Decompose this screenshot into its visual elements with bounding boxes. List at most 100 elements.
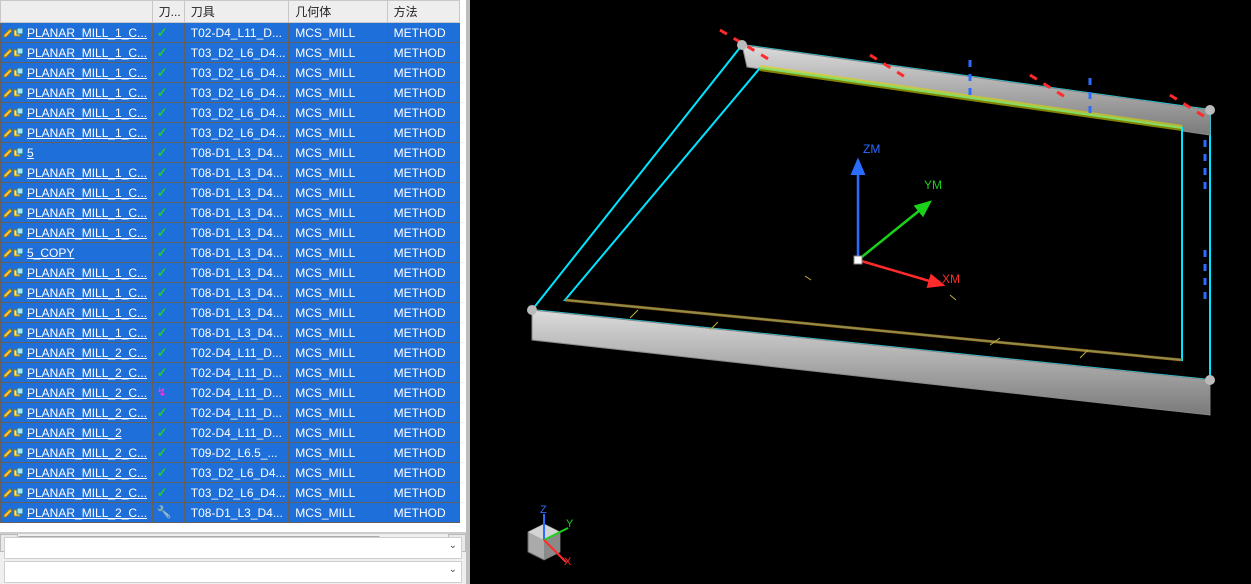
status-check-icon: ✓ <box>157 83 168 102</box>
col-tool[interactable]: 刀具 <box>184 1 288 23</box>
table-row[interactable]: PLANAR_MILL_1_C...✓T08-D1_L3_D4...MCS_MI… <box>1 223 460 243</box>
method-cell: METHOD <box>388 483 459 502</box>
wcs-triad[interactable]: ZM YM XM <box>838 130 958 290</box>
table-row[interactable]: PLANAR_MILL_1_C...✓T03_D2_L6_D4...MCS_MI… <box>1 63 460 83</box>
status-check-icon: ✓ <box>157 143 168 162</box>
status-check-icon: ✓ <box>157 363 168 382</box>
method-cell: METHOD <box>388 463 459 482</box>
axis-label-ym: YM <box>924 178 942 192</box>
status-check-icon: ✓ <box>157 123 168 142</box>
dropdown-row-2[interactable]: ⌄ <box>4 561 462 583</box>
operation-name: PLANAR_MILL_1_C... <box>27 186 147 200</box>
method-cell: METHOD <box>388 23 459 42</box>
operation-name: PLANAR_MILL_2_C... <box>27 346 147 360</box>
geometry-cell: MCS_MILL <box>289 163 386 182</box>
status-check-icon: ✓ <box>157 103 168 122</box>
geometry-cell: MCS_MILL <box>289 43 386 62</box>
tool-cell: T02-D4_L11_D... <box>185 403 288 422</box>
col-name[interactable] <box>1 1 153 23</box>
table-header-row: 刀... 刀具 几何体 方法 <box>1 1 460 23</box>
tool-cell: T08-D1_L3_D4... <box>185 143 288 162</box>
operation-icon <box>3 48 24 58</box>
table-row[interactable]: PLANAR_MILL_1_C...✓T08-D1_L3_D4...MCS_MI… <box>1 303 460 323</box>
geometry-cell: MCS_MILL <box>289 463 386 482</box>
geometry-cell: MCS_MILL <box>289 303 386 322</box>
table-row[interactable]: PLANAR_MILL_1_C...✓T03_D2_L6_D4...MCS_MI… <box>1 83 460 103</box>
table-row[interactable]: PLANAR_MILL_2_C...↯T02-D4_L11_D...MCS_MI… <box>1 383 460 403</box>
method-cell: METHOD <box>388 83 459 102</box>
table-row[interactable]: PLANAR_MILL_2_C...✓T02-D4_L11_D...MCS_MI… <box>1 403 460 423</box>
geometry-cell: MCS_MILL <box>289 383 386 402</box>
tool-cell: T08-D1_L3_D4... <box>185 503 288 522</box>
operation-name: PLANAR_MILL_2_C... <box>27 406 147 420</box>
table-row[interactable]: 5_COPY✓T08-D1_L3_D4...MCS_MILLMETHOD <box>1 243 460 263</box>
operation-icon <box>3 328 24 338</box>
table-row[interactable]: PLANAR_MILL_2_C...🔧T08-D1_L3_D4...MCS_MI… <box>1 503 460 523</box>
operation-icon <box>3 448 24 458</box>
method-cell: METHOD <box>388 403 459 422</box>
operation-name: PLANAR_MILL_1_C... <box>27 226 147 240</box>
operation-icon <box>3 128 24 138</box>
geometry-cell: MCS_MILL <box>289 323 386 342</box>
method-cell: METHOD <box>388 43 459 62</box>
table-row[interactable]: PLANAR_MILL_1_C...✓T08-D1_L3_D4...MCS_MI… <box>1 203 460 223</box>
table-row[interactable]: 5✓T08-D1_L3_D4...MCS_MILLMETHOD <box>1 143 460 163</box>
operation-name: PLANAR_MILL_1_C... <box>27 166 147 180</box>
status-check-icon: ✓ <box>157 43 168 62</box>
operation-name: PLANAR_MILL_2_C... <box>27 366 147 380</box>
col-geometry[interactable]: 几何体 <box>289 1 387 23</box>
view-orientation-gizmo[interactable]: Z Y X <box>514 510 574 570</box>
geometry-cell: MCS_MILL <box>289 443 386 462</box>
geometry-cell: MCS_MILL <box>289 483 386 502</box>
table-row[interactable]: PLANAR_MILL_1_C...✓T03_D2_L6_D4...MCS_MI… <box>1 43 460 63</box>
table-row[interactable]: PLANAR_MILL_1_C...✓T02-D4_L11_D...MCS_MI… <box>1 23 460 43</box>
table-row[interactable]: PLANAR_MILL_2_C...✓T03_D2_L6_D4...MCS_MI… <box>1 463 460 483</box>
table-row[interactable]: PLANAR_MILL_1_C...✓T08-D1_L3_D4...MCS_MI… <box>1 323 460 343</box>
operation-tree[interactable]: 刀... 刀具 几何体 方法 PLANAR_MILL_1_C...✓T02-D4… <box>0 0 466 533</box>
operation-name: PLANAR_MILL_2_C... <box>27 506 147 520</box>
dropdown-row-1[interactable]: ⌄ <box>4 537 462 559</box>
table-row[interactable]: PLANAR_MILL_1_C...✓T03_D2_L6_D4...MCS_MI… <box>1 103 460 123</box>
geometry-cell: MCS_MILL <box>289 23 386 42</box>
geometry-cell: MCS_MILL <box>289 63 386 82</box>
table-row[interactable]: PLANAR_MILL_2_C...✓T02-D4_L11_D...MCS_MI… <box>1 363 460 383</box>
method-cell: METHOD <box>388 243 459 262</box>
table-row[interactable]: PLANAR_MILL_1_C...✓T08-D1_L3_D4...MCS_MI… <box>1 163 460 183</box>
status-check-icon: ✓ <box>157 23 168 42</box>
table-row[interactable]: PLANAR_MILL_2_C...✓T09-D2_L6.5_...MCS_MI… <box>1 443 460 463</box>
status-check-icon: ✓ <box>157 323 168 342</box>
operation-icon <box>3 108 24 118</box>
operation-name: PLANAR_MILL_2 <box>27 426 122 440</box>
col-track[interactable]: 刀... <box>152 1 184 23</box>
col-method[interactable]: 方法 <box>387 1 459 23</box>
table-row[interactable]: PLANAR_MILL_1_C...✓T08-D1_L3_D4...MCS_MI… <box>1 183 460 203</box>
status-check-icon: ✓ <box>157 63 168 82</box>
method-cell: METHOD <box>388 163 459 182</box>
method-cell: METHOD <box>388 203 459 222</box>
tool-cell: T08-D1_L3_D4... <box>185 163 288 182</box>
status-check-icon: ✓ <box>157 263 168 282</box>
table-row[interactable]: PLANAR_MILL_1_C...✓T08-D1_L3_D4...MCS_MI… <box>1 283 460 303</box>
method-cell: METHOD <box>388 383 459 402</box>
table-row[interactable]: PLANAR_MILL_2✓T02-D4_L11_D...MCS_MILLMET… <box>1 423 460 443</box>
axis-label-xm: XM <box>942 272 960 286</box>
table-row[interactable]: PLANAR_MILL_1_C...✓T08-D1_L3_D4...MCS_MI… <box>1 263 460 283</box>
operation-icon <box>3 388 24 398</box>
operation-name: PLANAR_MILL_1_C... <box>27 106 147 120</box>
table-row[interactable]: PLANAR_MILL_1_C...✓T03_D2_L6_D4...MCS_MI… <box>1 123 460 143</box>
method-cell: METHOD <box>388 103 459 122</box>
operation-name: PLANAR_MILL_2_C... <box>27 386 147 400</box>
tree-horizontal-scrollbar[interactable]: ◀ ▶ <box>0 533 466 534</box>
chevron-down-icon: ⌄ <box>449 564 457 575</box>
table-row[interactable]: PLANAR_MILL_2_C...✓T03_D2_L6_D4...MCS_MI… <box>1 483 460 503</box>
operation-name: PLANAR_MILL_1_C... <box>27 326 147 340</box>
operation-icon <box>3 168 24 178</box>
operation-icon <box>3 468 24 478</box>
3d-viewport[interactable]: ZM YM XM Z Y X <box>470 0 1251 584</box>
table-row[interactable]: PLANAR_MILL_2_C...✓T02-D4_L11_D...MCS_MI… <box>1 343 460 363</box>
axis-label-zm: ZM <box>863 142 880 156</box>
operation-icon <box>3 308 24 318</box>
method-cell: METHOD <box>388 143 459 162</box>
operation-name: PLANAR_MILL_1_C... <box>27 46 147 60</box>
app-root: 刀... 刀具 几何体 方法 PLANAR_MILL_1_C...✓T02-D4… <box>0 0 1251 584</box>
